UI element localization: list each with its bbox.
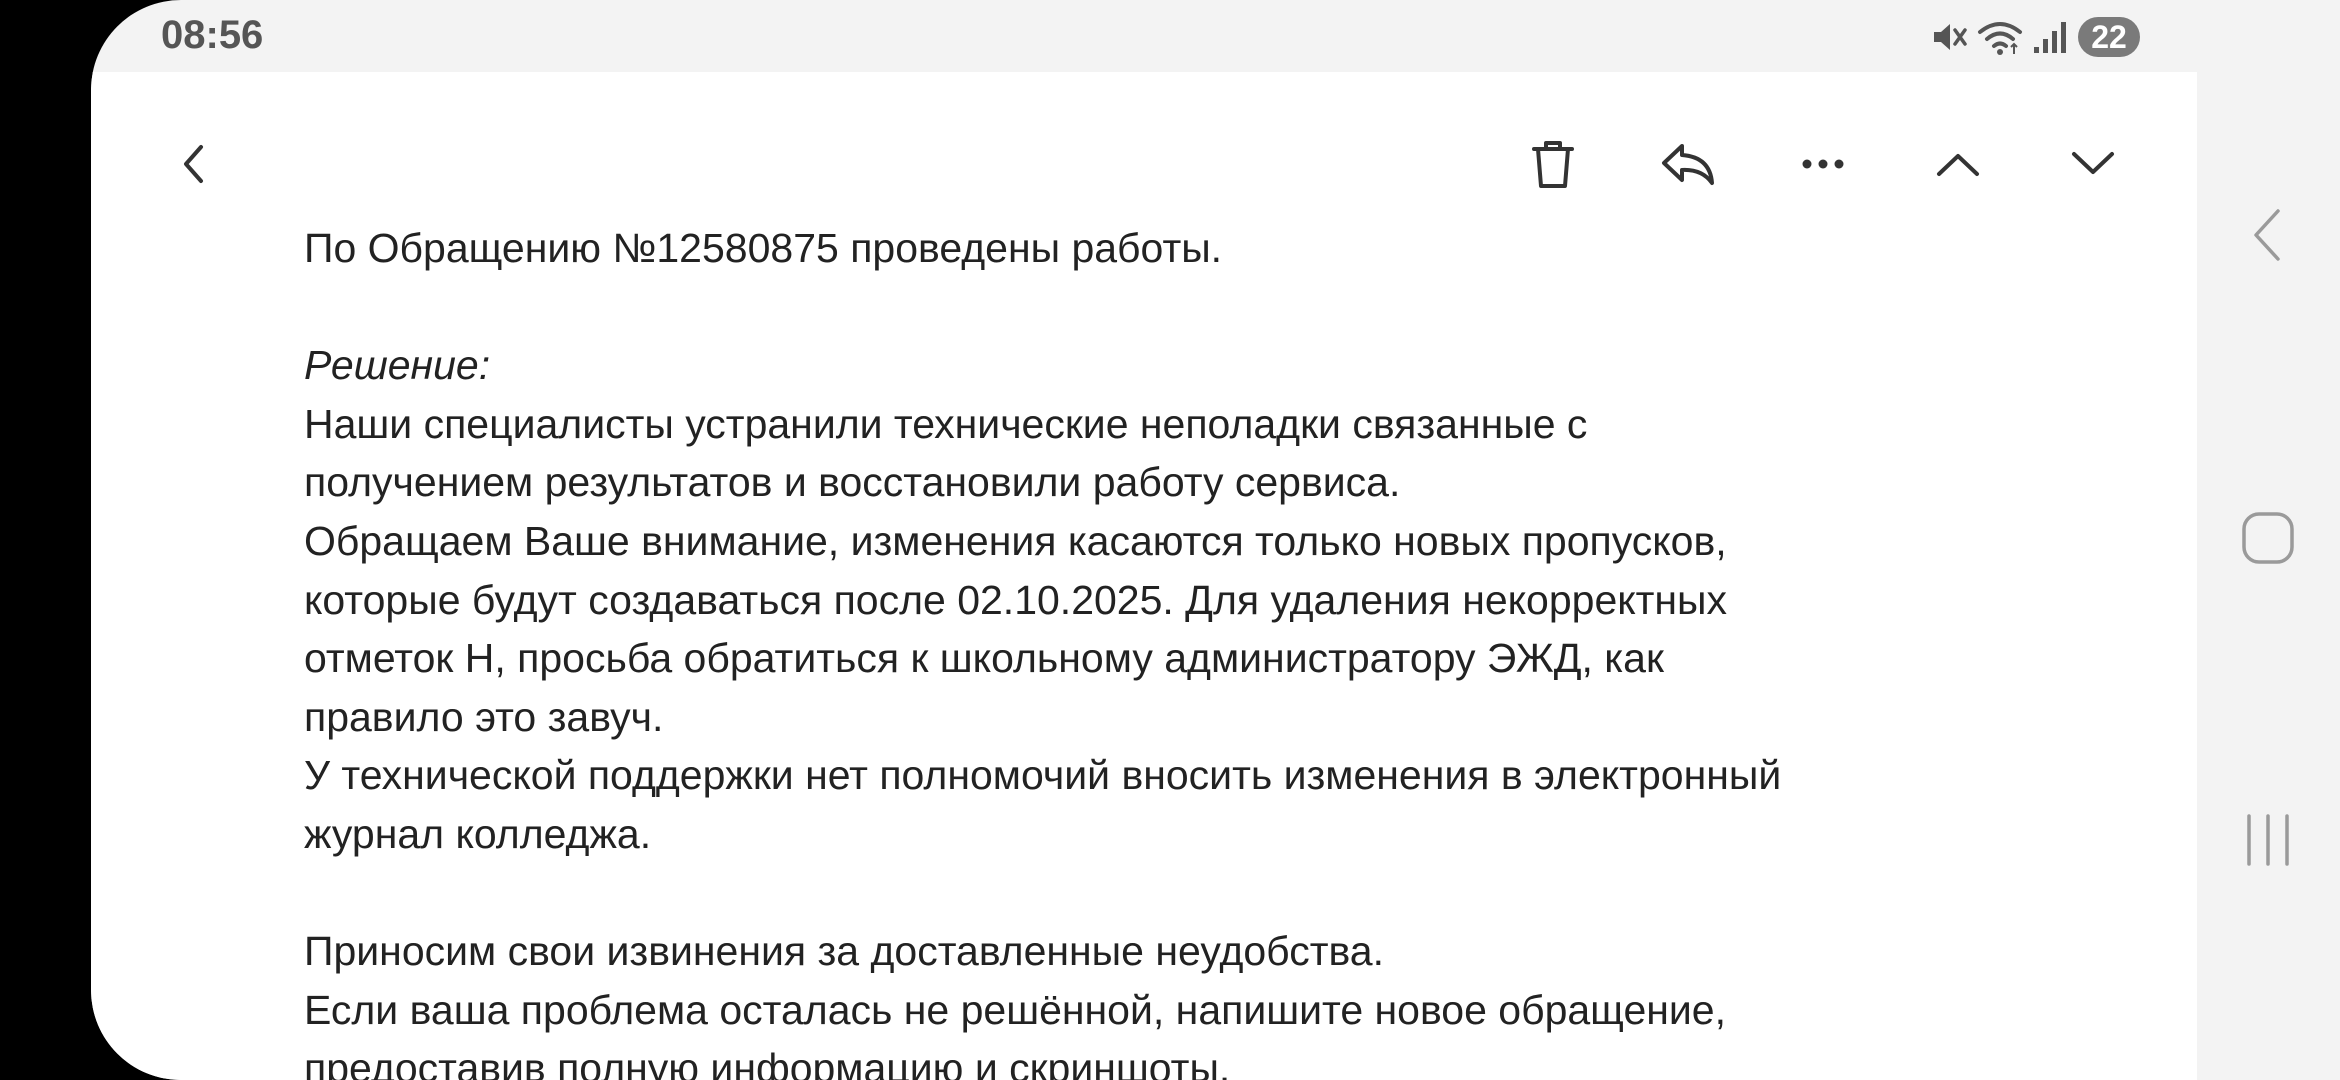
message-body: По Обращению №12580875 проведены работы.… bbox=[304, 219, 2084, 1080]
status-icons: 22 bbox=[1928, 14, 2140, 60]
message-line: предоставив полную информацию и скриншот… bbox=[304, 1045, 1231, 1080]
message-line: У технической поддержки нет полномочий в… bbox=[304, 752, 1782, 799]
reply-button[interactable] bbox=[1648, 124, 1728, 204]
message-line: отметок Н, просьба обратиться к школьном… bbox=[304, 635, 1664, 682]
message-blank-line bbox=[304, 864, 2084, 923]
more-icon bbox=[1798, 154, 1848, 174]
battery-badge: 22 bbox=[2078, 17, 2140, 57]
message-line: Приносим свои извинения за доставленные … bbox=[304, 928, 1384, 975]
recents-button[interactable] bbox=[2223, 795, 2313, 885]
previous-icon bbox=[1933, 146, 1983, 182]
more-button[interactable] bbox=[1783, 124, 1863, 204]
status-time: 08:56 bbox=[161, 13, 264, 57]
message-blank-line bbox=[304, 278, 2084, 337]
mute-icon bbox=[1928, 17, 1968, 57]
back-button[interactable] bbox=[153, 124, 233, 204]
next-icon bbox=[2068, 146, 2118, 182]
message-line: Если ваша проблема осталась не решённой,… bbox=[304, 986, 1726, 1033]
wifi-icon bbox=[1976, 17, 2024, 57]
phone-screen: 08:56 22 По Обращению №12580875 проведен… bbox=[91, 0, 2340, 1080]
delete-icon bbox=[1528, 136, 1578, 192]
next-button[interactable] bbox=[2053, 124, 2133, 204]
message-line: По Обращению №12580875 проведены работы. bbox=[304, 225, 1223, 271]
reply-icon bbox=[1658, 139, 1718, 189]
message-line: правило это завуч. bbox=[304, 693, 664, 740]
nav-back-icon bbox=[2248, 205, 2288, 265]
message-line: Наши специалисты устранили технические н… bbox=[304, 400, 1588, 447]
recents-icon bbox=[2243, 812, 2293, 868]
message-line: журнал колледжа. bbox=[304, 810, 652, 857]
message-line: Обращаем Ваше внимание, изменения касают… bbox=[304, 517, 1727, 564]
mail-panel: По Обращению №12580875 проведены работы.… bbox=[91, 72, 2197, 1080]
message-line: Решение: bbox=[304, 342, 491, 389]
signal-icon bbox=[2032, 17, 2070, 57]
nav-back-button[interactable] bbox=[2223, 190, 2313, 280]
message-line: которые будут создаваться после 02.10.20… bbox=[304, 576, 1728, 623]
previous-button[interactable] bbox=[1918, 124, 1998, 204]
home-icon bbox=[2240, 510, 2296, 566]
message-line: получением результатов и восстановили ра… bbox=[304, 459, 1401, 506]
back-icon bbox=[173, 139, 213, 189]
home-button[interactable] bbox=[2223, 493, 2313, 583]
delete-button[interactable] bbox=[1513, 124, 1593, 204]
